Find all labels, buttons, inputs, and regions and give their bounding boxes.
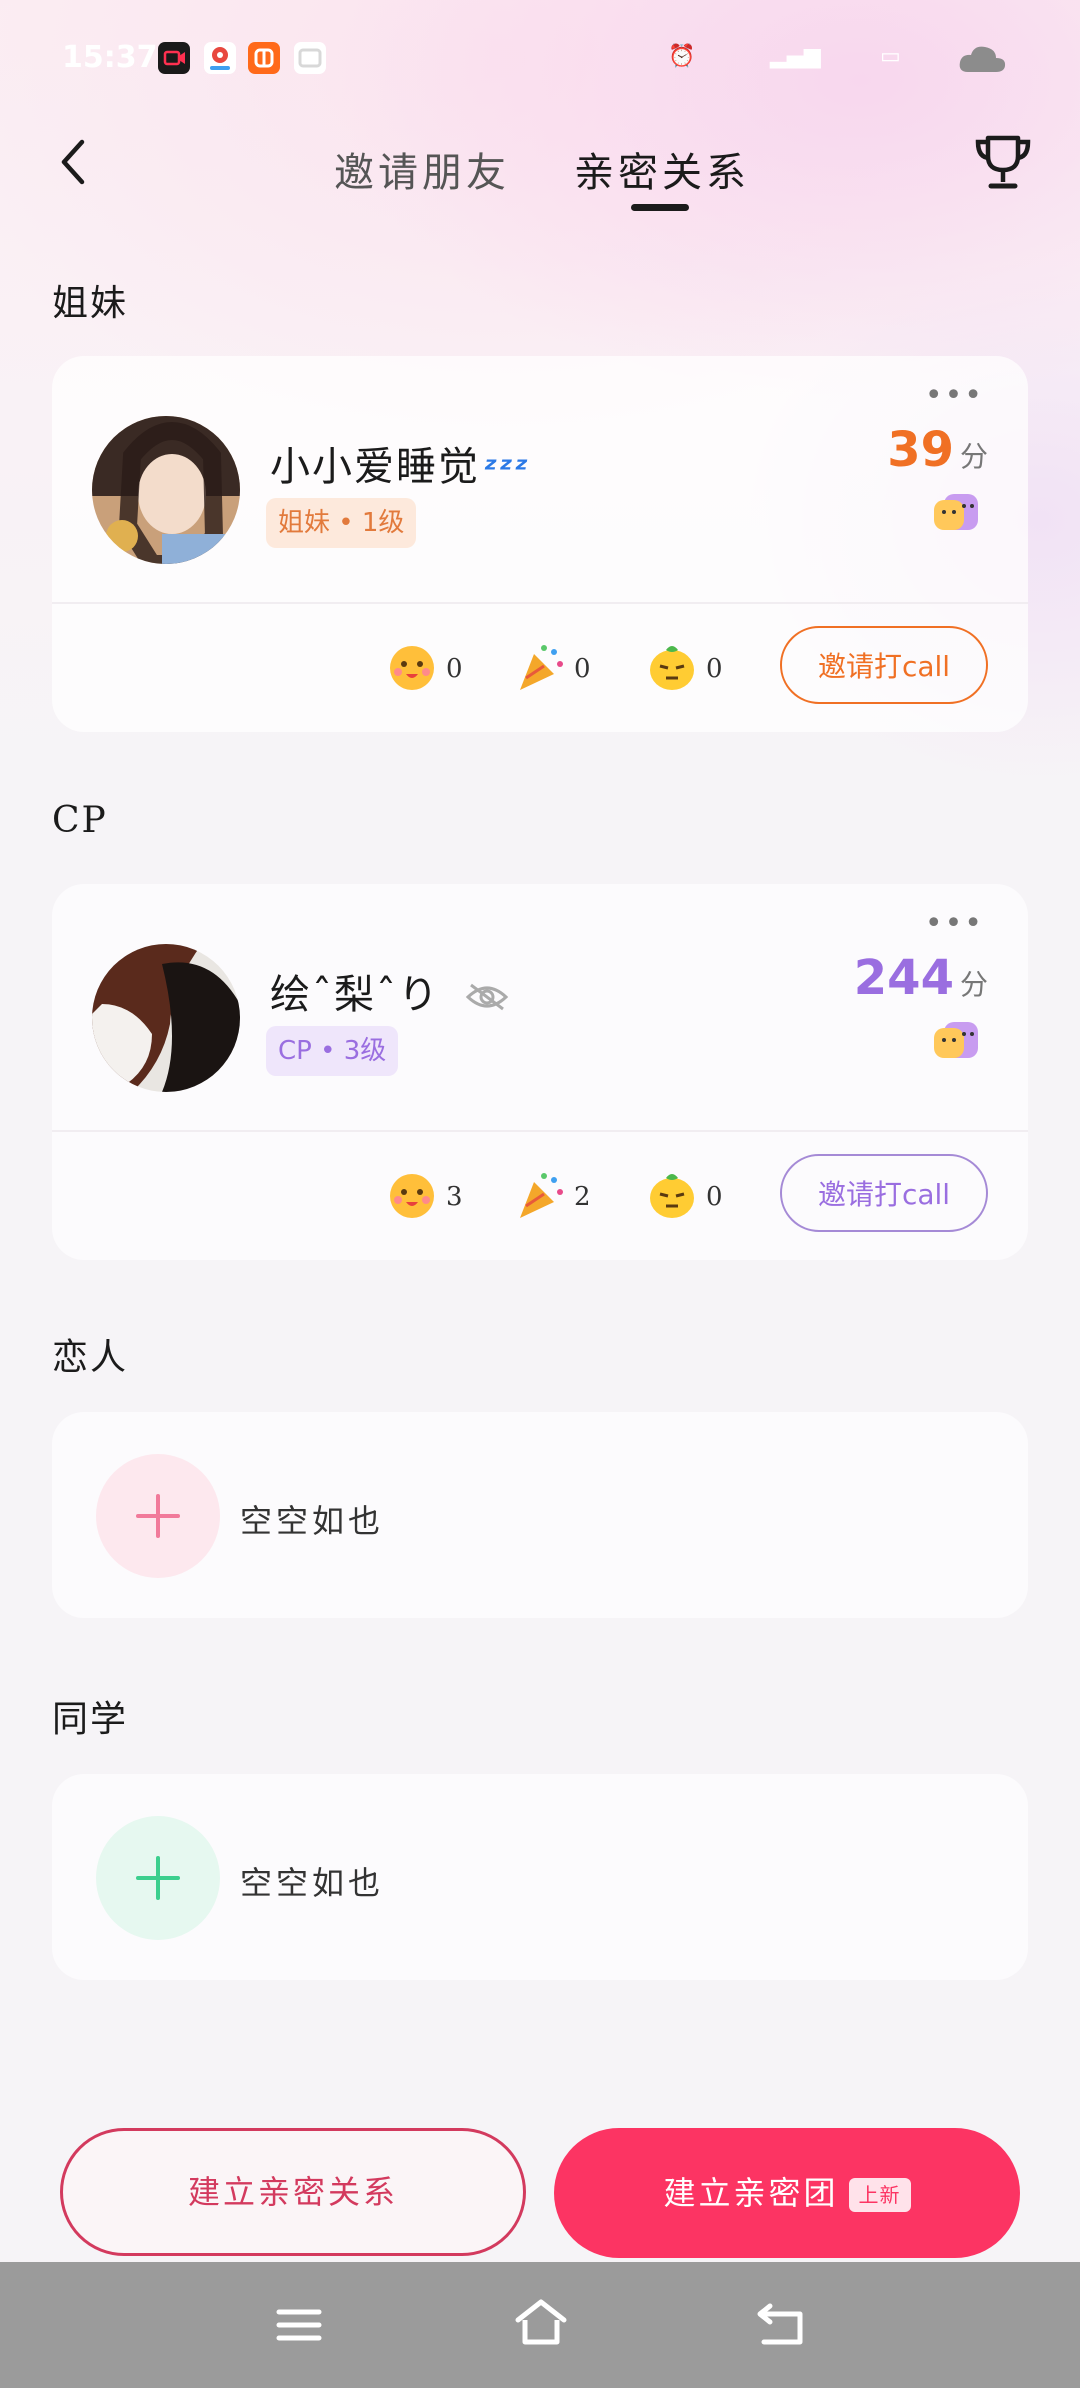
- video-app-icon: [158, 42, 190, 74]
- lemon-face-emoji-icon: [650, 1174, 694, 1218]
- party-popper-icon: [520, 1173, 563, 1218]
- friend-name: 小小爱睡觉 ᶻᶻᶻ: [270, 434, 530, 492]
- signal-icon: ▂▄▆: [770, 44, 821, 69]
- heart-kiss-emoji-icon: [390, 1174, 434, 1218]
- reaction-count: 3: [446, 1182, 463, 1212]
- card-divider: [52, 1130, 1028, 1132]
- add-lover-icon[interactable]: [96, 1454, 220, 1578]
- shopping-app-icon: [248, 42, 280, 74]
- avatar[interactable]: [92, 416, 240, 564]
- build-group-label: 建立亲密团: [663, 2174, 839, 2212]
- more-options-icon[interactable]: •••: [925, 378, 984, 413]
- reaction-count: 2: [574, 1182, 591, 1212]
- relation-card-classmates-empty[interactable]: 空空如也: [52, 1774, 1028, 1980]
- empty-text: 空空如也: [240, 1864, 385, 1902]
- card-divider: [52, 602, 1028, 604]
- score-value: 39: [887, 422, 954, 478]
- sleep-zzz-icon: ᶻᶻᶻ: [484, 450, 531, 488]
- reaction-count: 0: [446, 654, 463, 684]
- relation-level-badge: CP • 3级: [266, 1026, 399, 1076]
- avatar[interactable]: [92, 944, 240, 1092]
- friend-name-text: 绘ˆ梨ˆり: [270, 972, 440, 1018]
- score-unit: 分: [959, 440, 988, 473]
- invite-call-button[interactable]: 邀请打call: [780, 626, 988, 704]
- relation-card-sisters[interactable]: 小小爱睡觉 ᶻᶻᶻ 姐妹 • 1级 ••• 39 分 0 0 0 邀请打call: [52, 356, 1028, 732]
- section-title-classmates: 同学: [52, 1699, 129, 1740]
- tab-invite-friends[interactable]: 邀请朋友: [334, 140, 510, 198]
- tab-intimate-relations[interactable]: 亲密关系: [574, 140, 750, 198]
- status-time: 15:37: [62, 40, 158, 75]
- gallery-app-icon: [294, 42, 326, 74]
- alarm-icon: ⏰: [668, 44, 696, 69]
- home-icon[interactable]: [512, 2296, 570, 2350]
- active-tab-indicator: [631, 204, 689, 211]
- add-classmate-icon[interactable]: [96, 1816, 220, 1940]
- intimacy-score: 39 分: [887, 422, 988, 478]
- empty-text: 空空如也: [240, 1502, 385, 1540]
- invite-call-button[interactable]: 邀请打call: [780, 1154, 988, 1232]
- status-bar: 15:37 ⏰ ▂▄▆ ▭: [0, 0, 1080, 120]
- build-relation-button[interactable]: 建立亲密关系: [60, 2128, 526, 2256]
- new-tag-badge: 上新: [848, 2178, 911, 2212]
- more-options-icon[interactable]: •••: [925, 906, 984, 941]
- heart-kiss-emoji-icon: [390, 646, 434, 690]
- cloud-icon: [959, 46, 1006, 72]
- trophy-icon[interactable]: [974, 132, 1032, 194]
- hug-emoji-icon: [934, 494, 978, 530]
- relation-level-badge: 姐妹 • 1级: [266, 498, 417, 548]
- score-value: 244: [853, 950, 954, 1006]
- reaction-count: 0: [574, 654, 591, 684]
- relation-card-cp[interactable]: 绘ˆ梨ˆり CP • 3级 ••• 244 分 3 2 0 邀请打call: [52, 884, 1028, 1260]
- friend-name: 绘ˆ梨ˆり: [270, 962, 509, 1020]
- lemon-face-emoji-icon: [650, 646, 694, 690]
- score-unit: 分: [959, 968, 988, 1001]
- section-title-cp: CP: [52, 800, 108, 841]
- intimacy-score: 244 分: [854, 950, 988, 1006]
- back-nav-icon[interactable]: [754, 2298, 808, 2350]
- map-app-icon: [204, 42, 236, 74]
- section-title-sisters: 姐妹: [52, 283, 129, 324]
- system-navigation-bar: [0, 2262, 1080, 2388]
- party-popper-icon: [520, 645, 563, 690]
- hidden-eye-icon[interactable]: [465, 981, 509, 1013]
- battery-level-icon: ▭: [880, 44, 901, 69]
- section-title-lovers: 恋人: [52, 1337, 129, 1378]
- relation-card-lovers-empty[interactable]: 空空如也: [52, 1412, 1028, 1618]
- hug-emoji-icon: [934, 1022, 978, 1058]
- reaction-count: 0: [706, 654, 723, 684]
- reaction-count: 0: [706, 1182, 723, 1212]
- build-group-button[interactable]: 建立亲密团 上新: [554, 2128, 1020, 2258]
- friend-name-text: 小小爱睡觉: [270, 444, 480, 490]
- back-arrow-icon[interactable]: [52, 132, 96, 192]
- menu-icon[interactable]: [274, 2300, 324, 2350]
